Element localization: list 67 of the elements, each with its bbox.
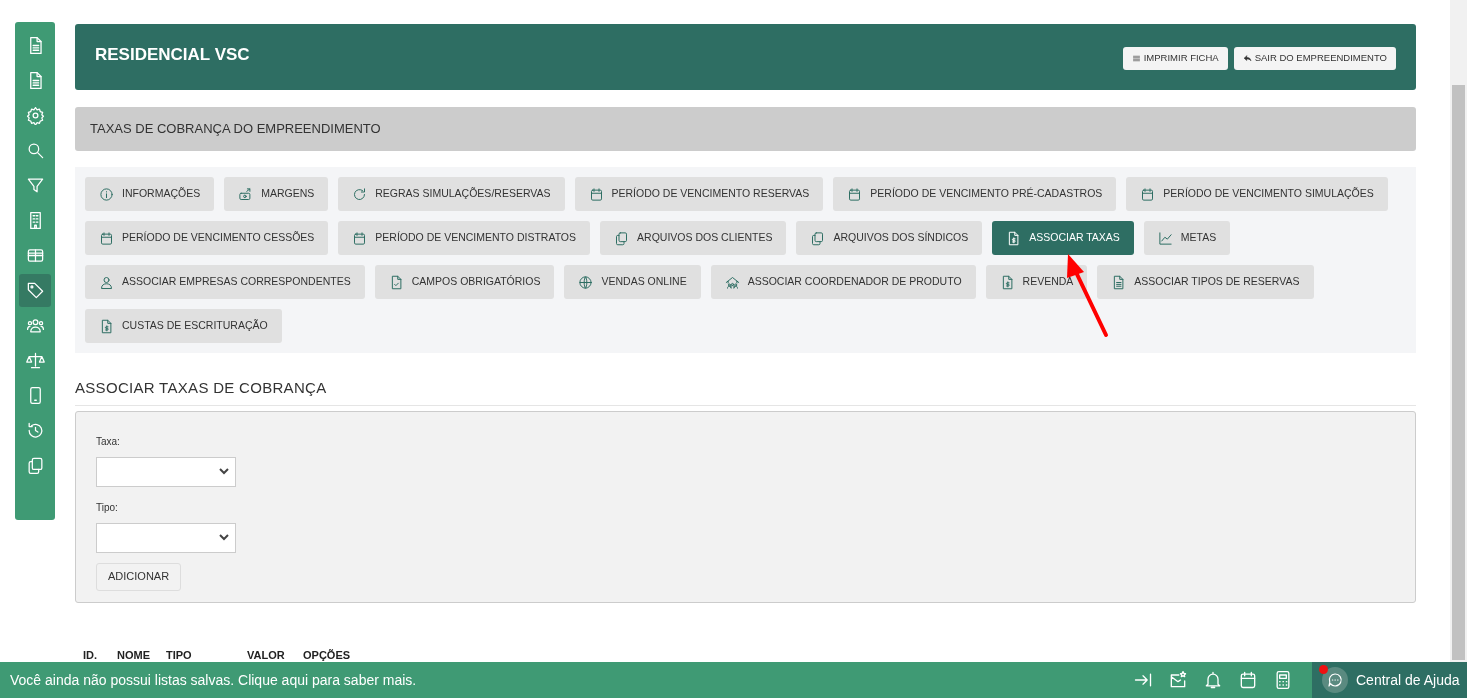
column-header: OPÇÕES [303, 647, 352, 663]
dollar-document-icon [99, 318, 114, 334]
column-header: VALOR [247, 647, 286, 663]
filter-icon [25, 176, 45, 195]
scale-icon [25, 351, 45, 370]
tab[interactable]: MARGENS [224, 177, 329, 211]
sidebar-item[interactable] [19, 274, 51, 307]
tab[interactable]: ARQUIVOS DOS SÍNDICOS [796, 221, 983, 255]
calendar-icon [1140, 186, 1156, 202]
tab[interactable]: INFORMAÇÕES [85, 177, 215, 211]
list-icon [1131, 53, 1141, 63]
tab[interactable]: ASSOCIAR TIPOS DE RESERVAS [1097, 265, 1314, 299]
tab[interactable]: VENDAS ONLINE [564, 265, 701, 299]
help-center-button[interactable]: Central de Ajuda [1312, 662, 1467, 698]
tag-icon [25, 281, 45, 300]
table-icon [25, 246, 45, 265]
print-button[interactable]: IMPRIMIR FICHA [1122, 46, 1228, 70]
tab[interactable]: PERÍODO DE VENCIMENTO CESSÕES [85, 221, 329, 255]
user-icon [99, 274, 114, 290]
tab[interactable]: REGRAS SIMULAÇÕES/RESERVAS [338, 177, 565, 211]
field-label: Taxa: [96, 434, 121, 449]
calendar-icon [1238, 670, 1258, 690]
bell-icon [1203, 670, 1223, 690]
calendar-icon [99, 230, 114, 246]
tab[interactable]: METAS [1143, 221, 1231, 255]
settings-icon [25, 106, 45, 125]
column-header: TIPO [166, 647, 193, 663]
calendar-icon [352, 230, 368, 246]
chat-icon [1326, 671, 1344, 689]
tab[interactable]: ARQUIVOS DOS CLIENTES [600, 221, 787, 255]
line-chart-icon [1157, 230, 1173, 246]
info-icon [99, 186, 114, 202]
field-label: Tipo: [96, 500, 119, 515]
column-header: NOME [117, 647, 151, 663]
chevron-down-icon [219, 468, 229, 475]
tab[interactable]: ASSOCIAR COORDENADOR DE PRODUTO [710, 265, 976, 299]
dollar-document-icon [1006, 230, 1022, 246]
column-header: ID. [83, 647, 99, 663]
chevron-down-icon [219, 534, 229, 541]
money-icon [238, 186, 254, 202]
tab[interactable]: PERÍODO DE VENCIMENTO DISTRATOS [338, 221, 591, 255]
section-title: TAXAS DE COBRANÇA DO EMPREENDIMENTO [90, 120, 381, 139]
tab[interactable]: PERÍODO DE VENCIMENTO PRÉ-CADASTROS [833, 177, 1117, 211]
copy-icon [614, 230, 630, 246]
select-field[interactable] [96, 522, 236, 553]
tab[interactable]: REVENDA [985, 265, 1088, 299]
tab[interactable]: PERÍODO DE VENCIMENTO SIMULAÇÕES [1126, 177, 1388, 211]
exit-button[interactable]: SAIR DO EMPREENDIMENTO [1233, 46, 1396, 70]
reply-icon [1242, 53, 1252, 63]
refresh-icon [352, 186, 368, 202]
copy-icon [810, 230, 826, 246]
tab[interactable]: ASSOCIAR TAXAS [992, 221, 1134, 255]
tab[interactable]: PERÍODO DE VENCIMENTO RESERVAS [574, 177, 824, 211]
page-title: RESIDENCIAL VSC [95, 44, 250, 67]
select-field[interactable] [96, 456, 236, 487]
add-button[interactable]: ADICIONAR [96, 562, 182, 591]
people-icon [25, 316, 45, 335]
form-title: ASSOCIAR TAXAS DE COBRANÇA [75, 378, 328, 398]
team-icon [724, 274, 740, 290]
calendar-icon [847, 186, 863, 202]
tab[interactable]: CAMPOS OBRIGATÓRIOS [374, 265, 555, 299]
globe-icon [578, 274, 594, 290]
mail-star-icon [1168, 670, 1188, 690]
calendar-icon [588, 186, 604, 202]
document-icon [1111, 274, 1127, 290]
tab[interactable]: ASSOCIAR EMPRESAS CORRESPONDENTES [85, 265, 365, 299]
tab[interactable]: CUSTAS DE ESCRITURAÇÃO [85, 309, 282, 343]
